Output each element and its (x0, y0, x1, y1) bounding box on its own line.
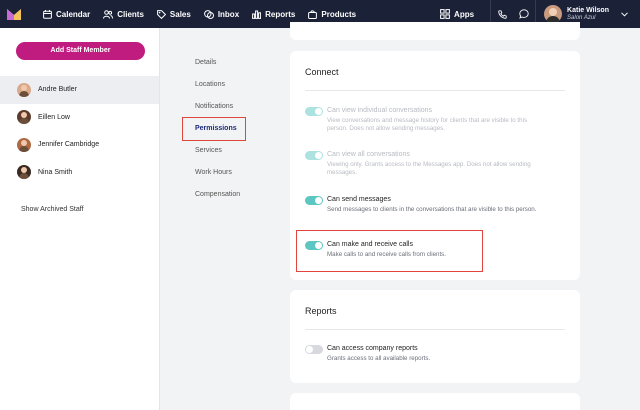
previous-section-card (290, 22, 580, 40)
chat-bubble-icon (519, 9, 529, 19)
staff-item-eillen-low[interactable]: Eillen Low (0, 104, 159, 132)
nav-inbox[interactable]: Inbox (203, 0, 240, 28)
subnav-work-hours[interactable]: Work Hours (195, 169, 232, 176)
user-name: Katie Wilson (567, 7, 609, 15)
toggle-switch[interactable] (305, 345, 323, 354)
products-bag-icon (308, 9, 318, 19)
nav-sales-label: Sales (169, 9, 191, 19)
nav-calendar-label: Calendar (56, 9, 91, 19)
clients-icon (103, 9, 114, 19)
add-staff-member-button[interactable]: Add Staff Member (16, 42, 145, 60)
permission-description: Send messages to clients in the conversa… (327, 206, 537, 213)
permissions-highlight-box (182, 117, 246, 141)
calls-permission-highlight-box (296, 230, 483, 272)
reports-chart-icon (252, 10, 262, 19)
staff-name: Andre Butler (38, 86, 77, 94)
chevron-down-icon (621, 11, 628, 17)
user-menu[interactable]: Katie Wilson Salon Azul (544, 5, 640, 23)
section-title: Connect (305, 67, 339, 77)
toggle-switch[interactable] (305, 107, 323, 116)
nav-clients-label: Clients (117, 9, 144, 19)
subnav-notifications[interactable]: Notifications (195, 103, 233, 110)
subnav-locations[interactable]: Locations (195, 81, 225, 88)
toggle-switch[interactable] (305, 196, 323, 205)
subnav-services[interactable]: Services (195, 147, 222, 154)
avatar (17, 165, 31, 180)
staff-name: Jennifer Cambridge (38, 141, 100, 149)
nav-inbox-label: Inbox (217, 9, 240, 19)
divider (305, 90, 565, 91)
avatar (17, 137, 31, 152)
permission-description: View conversations and message history f… (327, 117, 528, 133)
user-location: Salon Azul (567, 14, 596, 21)
nav-apps[interactable]: Apps (440, 9, 474, 19)
permission-title: Can send messages (327, 196, 391, 203)
permission-description: Grants access to all available reports. (327, 355, 431, 362)
permission-title: Can view all conversations (327, 151, 410, 158)
avatar (17, 82, 31, 97)
phone-icon (497, 9, 507, 19)
staff-item-andre-butler[interactable]: Andre Butler (0, 76, 159, 104)
nav-sales[interactable]: Sales (157, 0, 191, 28)
staff-panel: Add Staff Member Andre Butler Eillen Low… (0, 28, 160, 410)
inbox-chat-icon (203, 9, 214, 19)
show-archived-staff-link[interactable]: Show Archived Staff (21, 206, 84, 213)
nav-clients[interactable]: Clients (103, 0, 144, 28)
subnav-details[interactable]: Details (195, 59, 216, 66)
nav-products-label: Products (321, 9, 357, 19)
permission-title: Can access company reports (327, 345, 418, 352)
staff-item-jennifer-cambridge[interactable]: Jennifer Cambridge (0, 131, 159, 159)
nav-reports-label: Reports (265, 9, 296, 19)
staff-name: Eillen Low (38, 113, 70, 121)
section-title: Reports (305, 306, 337, 316)
staff-name: Nina Smith (38, 168, 73, 176)
brand-logo-icon[interactable] (0, 0, 28, 28)
staff-list: Andre Butler Eillen Low Jennifer Cambrid… (0, 76, 159, 186)
permission-title: Can view individual conversations (327, 107, 433, 114)
user-avatar (544, 5, 563, 23)
calendar-icon (43, 9, 52, 19)
sales-tag-icon (157, 9, 166, 19)
permission-description: Viewing only. Grants access to the Messa… (327, 161, 531, 177)
avatar (17, 110, 31, 125)
toggle-switch[interactable] (305, 151, 323, 160)
staff-item-nina-smith[interactable]: Nina Smith (0, 159, 159, 187)
next-section-card (290, 393, 580, 410)
nav-apps-label: Apps (454, 9, 475, 19)
apps-grid-icon (440, 9, 450, 19)
divider (305, 329, 565, 330)
nav-calendar[interactable]: Calendar (43, 0, 90, 28)
subnav-compensation[interactable]: Compensation (195, 191, 240, 198)
reports-section-card: Reports Can access company reports Grant… (290, 290, 580, 383)
nav-reports[interactable]: Reports (252, 0, 295, 28)
